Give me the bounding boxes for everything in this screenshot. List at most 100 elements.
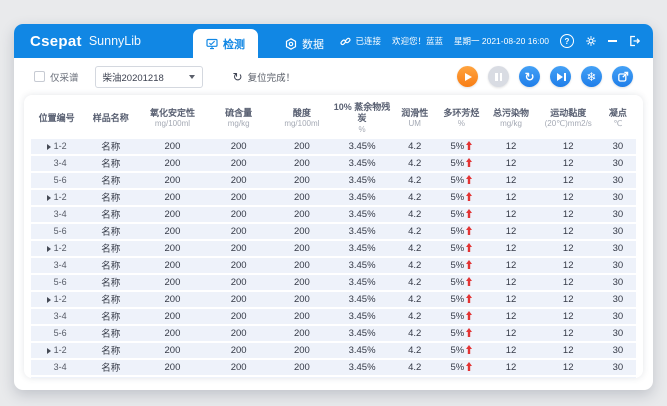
alert-up-arrow-icon	[466, 209, 472, 218]
position-cell: 3-4	[31, 360, 82, 375]
value-cell: 200	[139, 139, 205, 154]
table-row[interactable]: 1-2名称2002002003.45%4.25%121230	[31, 241, 636, 256]
value-cell: 30	[600, 139, 636, 154]
table-row[interactable]: 5-6名称2002002003.45%4.25%121230	[31, 377, 636, 379]
value-cell: 12	[537, 207, 600, 222]
tab-data[interactable]: 数据	[272, 29, 337, 58]
alert-up-arrow-icon	[466, 226, 472, 235]
table-row[interactable]: 3-4名称2002002003.45%4.25%121230	[31, 207, 636, 222]
sample-dropdown[interactable]: 柴油20201218	[95, 66, 203, 88]
value-cell: 200	[272, 377, 332, 379]
expand-arrow-icon[interactable]	[47, 297, 51, 303]
spectrum-only-checkbox[interactable]: 仅采谱	[34, 70, 79, 84]
table-row[interactable]: 1-2名称2002002003.45%4.25%121230	[31, 343, 636, 358]
export-button[interactable]	[612, 66, 633, 87]
sample-name-cell: 名称	[82, 258, 139, 273]
value-cell: 30	[600, 173, 636, 188]
help-icon[interactable]: ?	[560, 34, 574, 48]
value-cell: 12	[537, 139, 600, 154]
sample-name-cell: 名称	[82, 292, 139, 307]
table-row[interactable]: 3-4名称2002002003.45%4.25%121230	[31, 156, 636, 171]
value-cell: 12	[485, 377, 536, 379]
skip-next-button[interactable]	[550, 66, 571, 87]
value-cell: 200	[272, 309, 332, 324]
value-cell: 200	[139, 309, 205, 324]
value-cell: 200	[272, 292, 332, 307]
value-cell: 3.45%	[332, 190, 392, 205]
results-table: 位置编号样品名称氧化安定性mg/100ml硫含量mg/kg酸度mg/100ml1…	[31, 97, 636, 378]
titlebar-status: 已连接 欢迎您！蓝蓝 星期一 2021-08-20 16:00 ?	[340, 24, 653, 58]
sample-name-cell: 名称	[82, 139, 139, 154]
value-cell: 12	[485, 139, 536, 154]
screen: Csepat SunnyLib 检测 数据	[0, 0, 667, 406]
position-cell: 5-6	[31, 173, 82, 188]
expand-arrow-icon[interactable]	[47, 144, 51, 150]
tab-detection-label: 检测	[223, 36, 245, 52]
value-cell: 12	[485, 241, 536, 256]
sample-name-cell: 名称	[82, 343, 139, 358]
freeze-button[interactable]: ❄	[581, 66, 602, 87]
pause-button[interactable]	[488, 66, 509, 87]
play-button[interactable]	[457, 66, 478, 87]
alert-up-arrow-icon	[466, 277, 472, 286]
position-cell: 3-4	[31, 156, 82, 171]
table-row[interactable]: 1-2名称2002002003.45%4.25%121230	[31, 139, 636, 154]
table-row[interactable]: 5-6名称2002002003.45%4.25%121230	[31, 224, 636, 239]
alert-up-arrow-icon	[466, 362, 472, 371]
value-cell: 30	[600, 207, 636, 222]
value-cell: 200	[206, 173, 272, 188]
value-cell: 200	[272, 275, 332, 290]
expand-arrow-icon[interactable]	[47, 195, 51, 201]
value-cell: 200	[206, 343, 272, 358]
sample-dropdown-value: 柴油20201218	[103, 70, 164, 84]
sample-name-cell: 名称	[82, 309, 139, 324]
tab-data-label: 数据	[302, 36, 324, 52]
sample-name-cell: 名称	[82, 207, 139, 222]
table-row[interactable]: 5-6名称2002002003.45%4.25%121230	[31, 326, 636, 341]
checkbox-box[interactable]	[34, 71, 45, 82]
value-cell: 200	[272, 360, 332, 375]
value-cell: 200	[272, 224, 332, 239]
minimize-button[interactable]	[608, 40, 617, 42]
reset-status-text: 复位完成！	[248, 70, 296, 84]
value-cell: 3.45%	[332, 241, 392, 256]
toolbar: 仅采谱 柴油20201218 ↻ 复位完成！ ↻ ❄	[14, 58, 653, 95]
expand-arrow-icon[interactable]	[47, 348, 51, 354]
value-cell: 12	[537, 360, 600, 375]
value-cell: 3.45%	[332, 156, 392, 171]
value-cell: 4.2	[392, 360, 437, 375]
value-cell: 200	[206, 156, 272, 171]
snowflake-icon: ❄	[586, 71, 596, 83]
value-cell: 4.2	[392, 258, 437, 273]
alert-up-arrow-icon	[466, 192, 472, 201]
table-row[interactable]: 3-4名称2002002003.45%4.25%121230	[31, 360, 636, 375]
table-header-row: 位置编号样品名称氧化安定性mg/100ml硫含量mg/kg酸度mg/100ml1…	[31, 99, 636, 137]
value-cell: 200	[206, 207, 272, 222]
value-cell: 3.45%	[332, 360, 392, 375]
table-row[interactable]: 5-6名称2002002003.45%4.25%121230	[31, 275, 636, 290]
datetime-text: 星期一 2021-08-20 16:00	[454, 35, 549, 47]
settings-gear-icon[interactable]	[585, 35, 597, 47]
value-cell: 12	[537, 241, 600, 256]
sync-button[interactable]: ↻	[519, 66, 540, 87]
column-header-2: 氧化安定性mg/100ml	[139, 99, 205, 137]
export-icon	[617, 71, 629, 83]
value-cell: 12	[485, 343, 536, 358]
sample-name-cell: 名称	[82, 377, 139, 379]
expand-arrow-icon[interactable]	[47, 246, 51, 252]
tab-detection[interactable]: 检测	[193, 29, 258, 58]
value-cell: 4.2	[392, 139, 437, 154]
table-row[interactable]: 1-2名称2002002003.45%4.25%121230	[31, 190, 636, 205]
value-cell: 200	[139, 292, 205, 307]
table-row[interactable]: 3-4名称2002002003.45%4.25%121230	[31, 309, 636, 324]
table-row[interactable]: 1-2名称2002002003.45%4.25%121230	[31, 292, 636, 307]
logout-icon[interactable]	[628, 35, 640, 47]
value-cell: 12	[485, 326, 536, 341]
table-row[interactable]: 5-6名称2002002003.45%4.25%121230	[31, 173, 636, 188]
chevron-down-icon	[189, 75, 195, 79]
table-row[interactable]: 3-4名称2002002003.45%4.25%121230	[31, 258, 636, 273]
value-cell: 5%	[437, 173, 485, 188]
value-cell: 200	[206, 190, 272, 205]
value-cell: 12	[537, 275, 600, 290]
value-cell: 4.2	[392, 343, 437, 358]
